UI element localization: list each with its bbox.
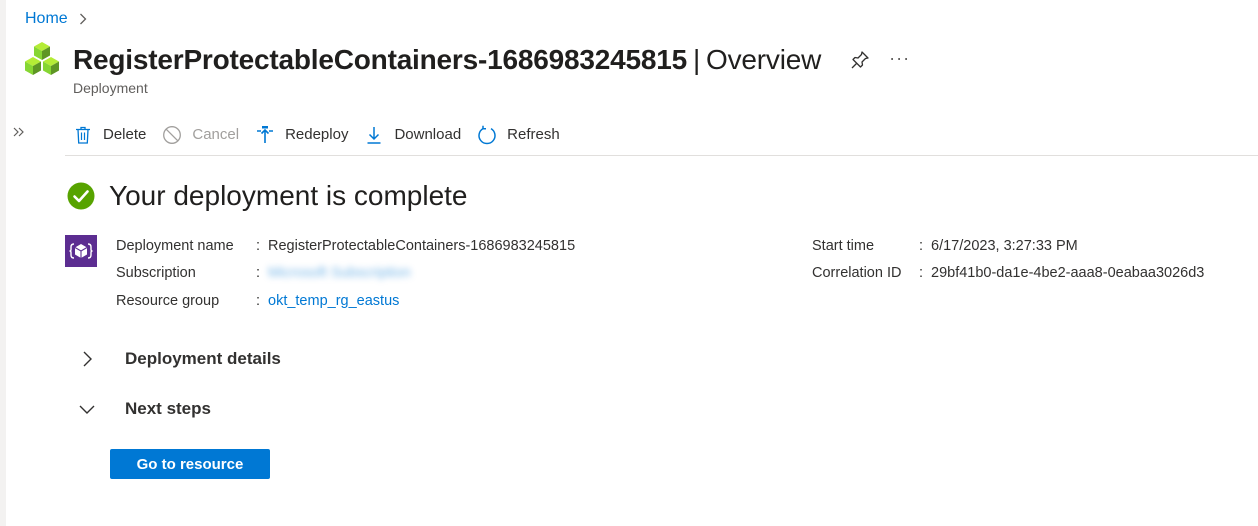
resource-group-row: Resource group : okt_temp_rg_eastus <box>116 287 575 315</box>
deployment-name-row: Deployment name : RegisterProtectableCon… <box>116 232 575 260</box>
title-separator: | <box>692 44 701 75</box>
page-title-section: Overview <box>706 44 822 75</box>
command-bar: Delete Cancel Redeploy Download Refresh <box>65 114 1258 156</box>
page-title-resource-name: RegisterProtectableContainers-1686983245… <box>73 44 687 75</box>
cancel-button[interactable]: Cancel <box>154 119 247 151</box>
next-steps-title: Next steps <box>125 399 211 418</box>
refresh-label: Refresh <box>507 126 560 143</box>
refresh-icon <box>478 125 496 144</box>
subscription-row: Subscription : Microsoft Subscription <box>116 260 575 288</box>
download-icon <box>367 126 381 144</box>
correlation-id-row: Correlation ID : 29bf41b0-da1e-4be2-aaa8… <box>812 260 1204 288</box>
cubes-icon <box>25 42 59 75</box>
colon: : <box>919 237 924 254</box>
delete-label: Delete <box>103 126 147 143</box>
start-time-row: Start time : 6/17/2023, 3:27:33 PM <box>812 232 1204 260</box>
deployment-details-title: Deployment details <box>125 349 281 368</box>
subscription-label: Subscription <box>116 265 196 282</box>
colon: : <box>256 237 261 254</box>
status-row: Your deployment is complete <box>67 180 468 212</box>
colon: : <box>919 265 924 282</box>
deployment-name-value: RegisterProtectableContainers-1686983245… <box>268 237 576 254</box>
redeploy-button[interactable]: Redeploy <box>247 119 356 151</box>
start-time-label: Start time <box>812 237 875 254</box>
correlation-id-label: Correlation ID <box>812 265 902 282</box>
trash-icon <box>76 126 90 144</box>
redeploy-label: Redeploy <box>285 126 349 143</box>
more-options-icon[interactable]: ··· <box>889 48 910 69</box>
page-title: RegisterProtectableContainers-1686983245… <box>73 44 821 76</box>
cancel-label: Cancel <box>192 126 240 143</box>
go-to-resource-button[interactable]: Go to resource <box>110 449 270 479</box>
subscription-link[interactable]: Microsoft Subscription <box>268 265 411 281</box>
left-rail <box>0 0 6 526</box>
check-circle-icon <box>67 182 95 210</box>
refresh-button[interactable]: Refresh <box>469 119 568 151</box>
chevron-right-icon <box>75 347 99 371</box>
deployment-name-label: Deployment name <box>116 237 234 254</box>
double-chevron-right-icon[interactable] <box>12 125 26 144</box>
status-message: Your deployment is complete <box>109 180 468 211</box>
deployment-details-toggle[interactable]: Deployment details <box>75 347 281 371</box>
breadcrumb-home-link[interactable]: Home <box>25 10 68 28</box>
deployment-info-right: Start time : 6/17/2023, 3:27:33 PM Corre… <box>812 232 1204 287</box>
resource-group-link[interactable]: okt_temp_rg_eastus <box>268 293 399 309</box>
delete-button[interactable]: Delete <box>65 119 154 151</box>
chevron-right-icon <box>76 12 90 26</box>
colon: : <box>256 292 261 309</box>
correlation-id-value: 29bf41b0-da1e-4be2-aaa8-0eabaa3026d3 <box>931 265 1205 282</box>
page-header: RegisterProtectableContainers-1686983245… <box>22 40 910 80</box>
pin-icon[interactable] <box>849 49 871 71</box>
redeploy-icon <box>257 125 274 143</box>
breadcrumb: Home <box>25 8 90 30</box>
next-steps-toggle[interactable]: Next steps <box>75 397 211 421</box>
page-subtitle: Deployment <box>73 80 148 96</box>
start-time-value: 6/17/2023, 3:27:33 PM <box>931 237 1078 254</box>
colon: : <box>256 265 261 282</box>
chevron-down-icon <box>75 397 99 421</box>
cancel-icon <box>163 125 182 144</box>
resource-group-label: Resource group <box>116 292 220 309</box>
deployment-icon <box>65 235 97 267</box>
download-label: Download <box>394 126 462 143</box>
deployment-info: Deployment name : RegisterProtectableCon… <box>116 232 575 315</box>
download-button[interactable]: Download <box>356 119 469 151</box>
